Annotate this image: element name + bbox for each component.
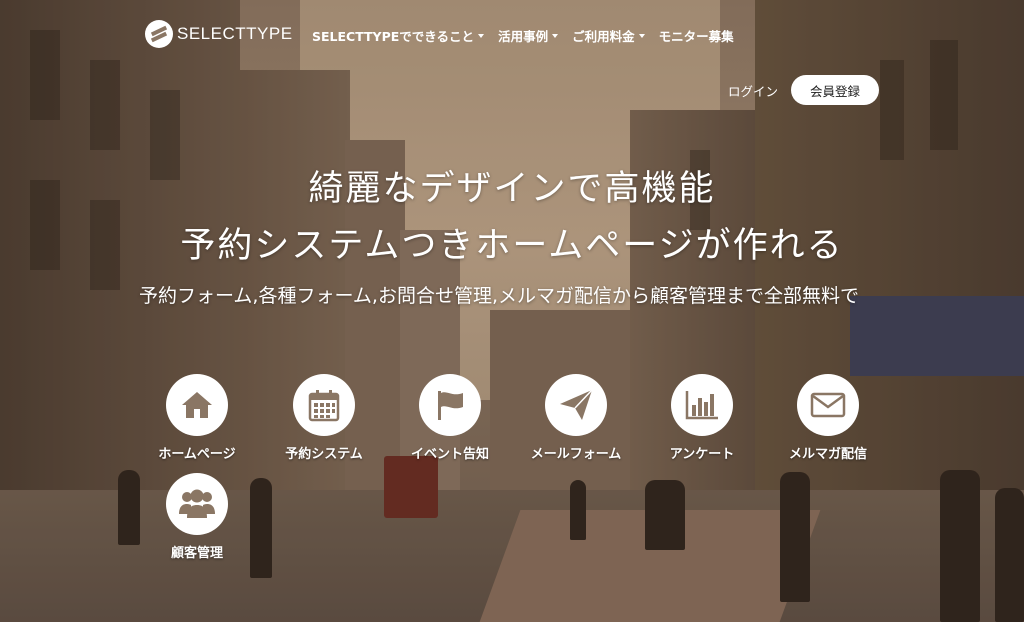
nav-item-label: モニター募集 bbox=[658, 29, 734, 44]
paper-plane-icon bbox=[560, 389, 593, 420]
flag-icon bbox=[438, 391, 463, 420]
feature-label: アンケート bbox=[669, 447, 735, 462]
feature-customer[interactable]: 顧客管理 bbox=[142, 473, 252, 561]
nav-item-label: 活用事例 bbox=[498, 29, 549, 44]
nav-item-label: ご利用料金 bbox=[572, 29, 635, 44]
hero-title-line2: 予約システムつきホームページが作れる bbox=[180, 226, 844, 266]
chevron-down-icon bbox=[552, 33, 559, 38]
chevron-down-icon bbox=[638, 33, 645, 38]
nav-item-cases[interactable]: 活用事例 bbox=[498, 26, 559, 45]
feature-homepage[interactable]: ホームページ bbox=[142, 374, 252, 462]
feature-icon-circle bbox=[671, 374, 733, 436]
feature-mailform[interactable]: メールフォーム bbox=[521, 374, 631, 462]
hero-title-line1: 綺麗なデザインで高機能 bbox=[308, 169, 716, 209]
feature-label: メールフォーム bbox=[530, 447, 622, 462]
feature-label: イベント告知 bbox=[410, 447, 489, 462]
feature-icon-circle bbox=[797, 374, 859, 436]
feature-newsletter[interactable]: メルマガ配信 bbox=[773, 374, 883, 462]
logo-mark-icon bbox=[145, 20, 173, 48]
envelope-icon bbox=[810, 392, 846, 418]
feature-event[interactable]: イベント告知 bbox=[395, 374, 505, 462]
nav-item-monitor[interactable]: モニター募集 bbox=[659, 26, 734, 45]
nav-item-label: SELECTTYPEでできること bbox=[312, 29, 475, 44]
feature-icon-circle bbox=[419, 374, 481, 436]
nav-item-features[interactable]: SELECTTYPEでできること bbox=[312, 26, 485, 45]
logo-text: SELECTTYPE bbox=[177, 24, 293, 43]
feature-icon-circle bbox=[166, 473, 228, 535]
chevron-down-icon bbox=[478, 33, 485, 38]
login-link[interactable]: ログイン bbox=[728, 81, 778, 100]
feature-icon-circle bbox=[293, 374, 355, 436]
feature-survey[interactable]: アンケート bbox=[647, 374, 757, 462]
home-icon bbox=[182, 392, 212, 418]
logo[interactable]: SELECTTYPE bbox=[145, 20, 293, 48]
feature-icon-circle bbox=[545, 374, 607, 436]
hero-subtitle: 予約フォーム,各種フォーム,お問合せ管理,メルマガ配信から顧客管理まで全部無料で bbox=[139, 285, 859, 307]
users-icon bbox=[179, 489, 215, 518]
feature-label: 予約システム bbox=[285, 447, 363, 462]
main-nav: SELECTTYPEでできること 活用事例 ご利用料金 モニター募集 bbox=[312, 26, 734, 45]
feature-icon-circle bbox=[166, 374, 228, 436]
feature-label: ホームページ bbox=[158, 447, 236, 462]
calendar-icon bbox=[308, 390, 340, 422]
nav-item-pricing[interactable]: ご利用料金 bbox=[572, 26, 645, 45]
register-button[interactable]: 会員登録 bbox=[791, 75, 879, 105]
feature-label: 顧客管理 bbox=[170, 546, 223, 561]
bar-chart-icon bbox=[685, 391, 718, 420]
feature-label: メルマガ配信 bbox=[788, 447, 867, 462]
feature-reservation[interactable]: 予約システム bbox=[269, 374, 379, 462]
